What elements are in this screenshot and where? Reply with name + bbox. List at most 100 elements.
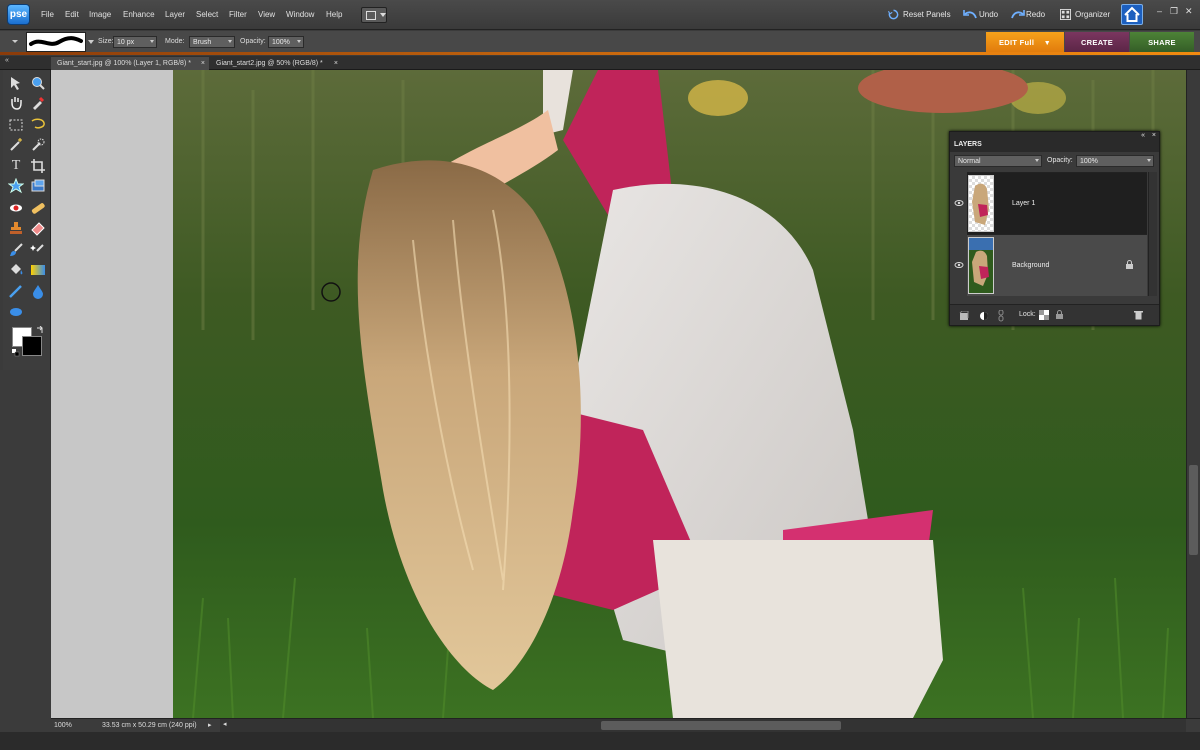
vertical-scrollbar[interactable]: [1186, 70, 1200, 718]
lasso-icon[interactable]: [30, 117, 46, 133]
menu-window[interactable]: Window: [286, 10, 314, 19]
link-layers-icon[interactable]: [997, 310, 1005, 322]
document-tabs: « Giant_start.jpg @ 100% (Layer 1, RGB/8…: [0, 56, 1200, 70]
blur-icon[interactable]: [30, 283, 46, 299]
cookie-cutter-icon[interactable]: [8, 178, 24, 194]
doc-tab-title: Giant_start2.jpg @ 50% (RGB/8) *: [216, 60, 323, 67]
eye-icon[interactable]: [954, 199, 964, 207]
brush-icon[interactable]: [8, 242, 24, 258]
opacity-value: 100%: [272, 39, 290, 46]
reset-panels-button[interactable]: Reset Panels: [903, 10, 951, 19]
move-icon[interactable]: [8, 75, 24, 91]
brush-picker-icon[interactable]: [87, 37, 95, 47]
menu-layer[interactable]: Layer: [165, 10, 185, 19]
accent-line: [0, 52, 1200, 55]
smart-brush-icon[interactable]: [30, 242, 46, 258]
eyedropper-icon[interactable]: [30, 95, 46, 111]
size-field[interactable]: 10 px: [113, 36, 157, 48]
layers-scrollbar[interactable]: [1148, 172, 1157, 296]
tool-preset-icon[interactable]: [9, 35, 21, 47]
menu-edit[interactable]: Edit: [65, 10, 79, 19]
layers-panel-header: LAYERS « ×: [950, 132, 1159, 152]
doc-tab-active[interactable]: Giant_start.jpg @ 100% (Layer 1, RGB/8) …: [51, 57, 209, 70]
share-tab[interactable]: SHARE: [1130, 32, 1194, 53]
zoom-level[interactable]: 100%: [54, 722, 72, 729]
eye-icon[interactable]: [954, 261, 964, 269]
organizer-button[interactable]: Organizer: [1075, 10, 1110, 19]
gradient-icon[interactable]: [30, 262, 46, 278]
horizontal-scroll-thumb[interactable]: [601, 721, 841, 730]
pencil-icon[interactable]: [8, 283, 24, 299]
adjustment-layer-icon[interactable]: [979, 311, 989, 321]
sponge-icon[interactable]: [8, 304, 24, 320]
horizontal-scrollbar[interactable]: ◂: [220, 719, 1186, 732]
new-layer-icon[interactable]: [959, 311, 969, 321]
layer-row-selected[interactable]: Layer 1: [967, 172, 1147, 234]
opacity-field[interactable]: 100%: [268, 36, 304, 48]
layer-opacity-value: 100%: [1080, 158, 1098, 165]
panel-close-icon[interactable]: ×: [1152, 132, 1156, 139]
create-tab[interactable]: CREATE: [1065, 32, 1129, 53]
toolbox: T: [3, 70, 51, 370]
trash-icon[interactable]: [1134, 310, 1143, 320]
healing-brush-icon[interactable]: [30, 200, 46, 216]
size-label: Size:: [98, 38, 114, 45]
status-menu-arrow-icon[interactable]: ▸: [208, 721, 212, 729]
type-icon[interactable]: T: [8, 158, 24, 174]
layer-opacity-label: Opacity:: [1047, 157, 1073, 164]
close-icon[interactable]: ✕: [1185, 6, 1193, 17]
close-tab-icon[interactable]: ×: [201, 57, 205, 70]
lock-all-icon[interactable]: [1055, 310, 1064, 320]
layers-panel: LAYERS « × Normal Opacity: 100% Layer 1 …: [949, 131, 1160, 326]
vertical-scroll-thumb[interactable]: [1189, 465, 1198, 555]
collapse-toolbox-icon[interactable]: «: [5, 57, 9, 64]
recompose-icon[interactable]: [30, 178, 46, 194]
undo-button[interactable]: Undo: [979, 10, 998, 19]
menu-select[interactable]: Select: [196, 10, 218, 19]
red-eye-icon[interactable]: [8, 200, 24, 216]
pasteboard: [51, 70, 173, 718]
redo-icon: [1011, 10, 1025, 19]
lock-label: Lock:: [1019, 311, 1036, 318]
scroll-left-icon[interactable]: ◂: [223, 720, 227, 728]
marquee-icon[interactable]: [8, 117, 24, 133]
brush-preview[interactable]: [26, 32, 86, 52]
clone-stamp-icon[interactable]: [8, 220, 24, 236]
lock-transparency-icon[interactable]: [1039, 310, 1049, 320]
arrange-documents-button[interactable]: [361, 7, 387, 23]
brush-stroke-icon: [29, 36, 83, 46]
mode-select[interactable]: Brush: [189, 36, 235, 48]
magic-wand-icon[interactable]: [8, 137, 24, 153]
layer-opacity-field[interactable]: 100%: [1076, 155, 1154, 167]
panel-collapse-icon[interactable]: «: [1141, 132, 1145, 139]
crop-icon[interactable]: [30, 158, 46, 174]
quick-selection-icon[interactable]: [30, 137, 46, 153]
doc-tab[interactable]: Giant_start2.jpg @ 50% (RGB/8) * ×: [210, 57, 342, 70]
edit-full-tab[interactable]: EDIT Full ▼: [986, 32, 1064, 53]
menu-enhance[interactable]: Enhance: [123, 10, 155, 19]
zoom-icon[interactable]: [30, 75, 46, 91]
hand-icon[interactable]: [8, 95, 24, 111]
menu-file[interactable]: File: [41, 10, 54, 19]
default-colors-icon[interactable]: [12, 349, 20, 357]
swap-colors-icon[interactable]: [36, 326, 44, 334]
status-bar: 100% 33.53 cm x 50.29 cm (240 ppi) ▸ ◂: [51, 718, 1200, 732]
paint-bucket-icon[interactable]: [8, 262, 24, 278]
layer-row[interactable]: Background: [967, 234, 1147, 296]
layer-name: Layer 1: [1012, 200, 1036, 207]
blend-mode-select[interactable]: Normal: [954, 155, 1042, 167]
restore-icon[interactable]: ❐: [1170, 6, 1178, 17]
menu-view[interactable]: View: [258, 10, 275, 19]
bottom-bar: [0, 732, 1200, 750]
minimize-icon[interactable]: –: [1157, 6, 1162, 16]
redo-button[interactable]: Redo: [1026, 10, 1045, 19]
menu-filter[interactable]: Filter: [229, 10, 247, 19]
layers-panel-title: LAYERS: [954, 141, 982, 148]
close-tab-icon[interactable]: ×: [334, 57, 338, 70]
home-button[interactable]: [1121, 4, 1143, 25]
menu-help[interactable]: Help: [326, 10, 342, 19]
background-color-swatch[interactable]: [22, 336, 42, 356]
menu-image[interactable]: Image: [89, 10, 111, 19]
eraser-icon[interactable]: [30, 220, 46, 236]
app-logo: pse: [8, 5, 29, 24]
